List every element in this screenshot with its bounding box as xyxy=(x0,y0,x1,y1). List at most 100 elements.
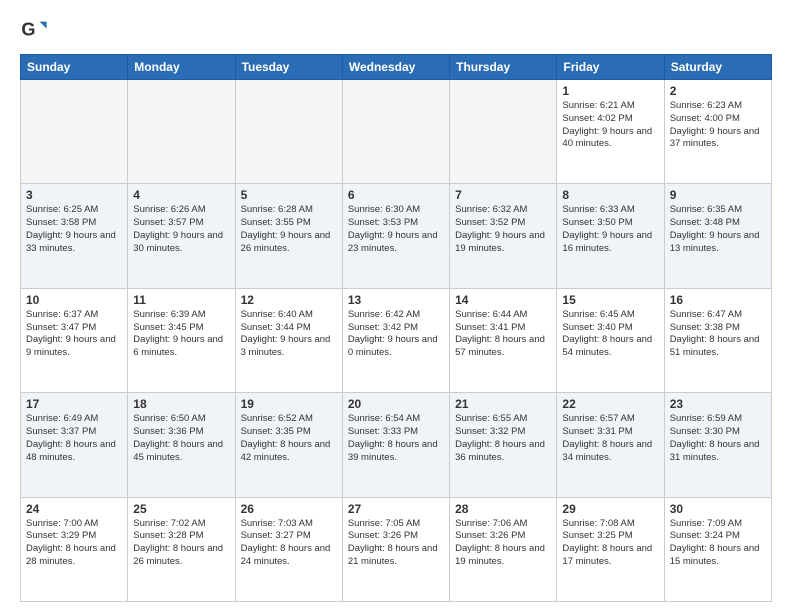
day-number: 1 xyxy=(562,84,658,98)
calendar-cell: 17Sunrise: 6:49 AM Sunset: 3:37 PM Dayli… xyxy=(21,393,128,497)
calendar-cell: 19 Sunrise: 6:52 AM Sunset: 3:35 PM Dayli… xyxy=(235,393,342,497)
day-number: 25 xyxy=(133,502,229,516)
day-number: 6 xyxy=(348,188,444,202)
day-info: Sunrise: 7:00 AM Sunset: 3:29 PM Dayligh… xyxy=(26,518,122,569)
calendar-cell: 26 Sunrise: 7:03 AM Sunset: 3:27 PM Dayli… xyxy=(235,497,342,601)
day-info: Sunrise: 6:33 AM Sunset: 3:50 PM Dayligh… xyxy=(562,204,658,255)
calendar-cell: 7 Sunrise: 6:32 AM Sunset: 3:52 PM Daylig… xyxy=(450,184,557,288)
day-number: 30 xyxy=(670,502,766,516)
day-info: Sunrise: 7:06 AM Sunset: 3:26 PM Dayligh… xyxy=(455,518,551,569)
calendar-cell: 25 Sunrise: 7:02 AM Sunset: 3:28 PM Dayli… xyxy=(128,497,235,601)
calendar-cell: 13Sunrise: 6:42 AM Sunset: 3:42 PM Dayli… xyxy=(342,288,449,392)
day-number: 19 xyxy=(241,397,337,411)
day-number: 29 xyxy=(562,502,658,516)
calendar-header-monday: Monday xyxy=(128,55,235,80)
day-info: Sunrise: 7:03 AM Sunset: 3:27 PM Dayligh… xyxy=(241,518,337,569)
day-info: Sunrise: 6:55 AM Sunset: 3:32 PM Dayligh… xyxy=(455,413,551,464)
day-info: Sunrise: 6:23 AM Sunset: 4:00 PM Dayligh… xyxy=(670,100,766,151)
calendar-cell xyxy=(21,80,128,184)
day-number: 10 xyxy=(26,293,122,307)
calendar-cell: 5 Sunrise: 6:28 AM Sunset: 3:55 PM Daylig… xyxy=(235,184,342,288)
calendar-cell: 6 Sunrise: 6:30 AM Sunset: 3:53 PM Daylig… xyxy=(342,184,449,288)
day-number: 9 xyxy=(670,188,766,202)
calendar-cell xyxy=(128,80,235,184)
day-info: Sunrise: 6:32 AM Sunset: 3:52 PM Dayligh… xyxy=(455,204,551,255)
day-info: Sunrise: 6:25 AM Sunset: 3:58 PM Dayligh… xyxy=(26,204,122,255)
day-number: 12 xyxy=(241,293,337,307)
day-number: 8 xyxy=(562,188,658,202)
day-info: Sunrise: 6:37 AM Sunset: 3:47 PM Dayligh… xyxy=(26,309,122,360)
day-info: Sunrise: 6:26 AM Sunset: 3:57 PM Dayligh… xyxy=(133,204,229,255)
calendar-cell: 20 Sunrise: 6:54 AM Sunset: 3:33 PM Dayli… xyxy=(342,393,449,497)
day-number: 14 xyxy=(455,293,551,307)
calendar-cell: 30 Sunrise: 7:09 AM Sunset: 3:24 PM Dayli… xyxy=(664,497,771,601)
calendar-cell: 18 Sunrise: 6:50 AM Sunset: 3:36 PM Dayli… xyxy=(128,393,235,497)
day-info: Sunrise: 6:59 AM Sunset: 3:30 PM Dayligh… xyxy=(670,413,766,464)
day-info: Sunrise: 6:21 AM Sunset: 4:02 PM Dayligh… xyxy=(562,100,658,151)
calendar-cell: 11 Sunrise: 6:39 AM Sunset: 3:45 PM Dayli… xyxy=(128,288,235,392)
day-info: Sunrise: 6:47 AM Sunset: 3:38 PM Dayligh… xyxy=(670,309,766,360)
day-number: 5 xyxy=(241,188,337,202)
day-info: Sunrise: 6:49 AM Sunset: 3:37 PM Dayligh… xyxy=(26,413,122,464)
day-number: 4 xyxy=(133,188,229,202)
svg-text:G: G xyxy=(21,20,35,40)
day-number: 3 xyxy=(26,188,122,202)
calendar-cell: 21 Sunrise: 6:55 AM Sunset: 3:32 PM Dayli… xyxy=(450,393,557,497)
calendar-header-thursday: Thursday xyxy=(450,55,557,80)
day-number: 7 xyxy=(455,188,551,202)
logo: G xyxy=(20,16,50,44)
calendar-cell: 28Sunrise: 7:06 AM Sunset: 3:26 PM Dayli… xyxy=(450,497,557,601)
day-info: Sunrise: 6:30 AM Sunset: 3:53 PM Dayligh… xyxy=(348,204,444,255)
day-number: 21 xyxy=(455,397,551,411)
calendar-cell: 1 Sunrise: 6:21 AM Sunset: 4:02 PM Daylig… xyxy=(557,80,664,184)
calendar-cell: 16 Sunrise: 6:47 AM Sunset: 3:38 PM Dayli… xyxy=(664,288,771,392)
day-info: Sunrise: 6:57 AM Sunset: 3:31 PM Dayligh… xyxy=(562,413,658,464)
calendar-cell: 10 Sunrise: 6:37 AM Sunset: 3:47 PM Dayli… xyxy=(21,288,128,392)
calendar-cell: 24 Sunrise: 7:00 AM Sunset: 3:29 PM Dayli… xyxy=(21,497,128,601)
day-info: Sunrise: 6:40 AM Sunset: 3:44 PM Dayligh… xyxy=(241,309,337,360)
calendar-cell: 12 Sunrise: 6:40 AM Sunset: 3:44 PM Dayli… xyxy=(235,288,342,392)
day-number: 27 xyxy=(348,502,444,516)
calendar-cell: 8 Sunrise: 6:33 AM Sunset: 3:50 PM Daylig… xyxy=(557,184,664,288)
calendar-header-tuesday: Tuesday xyxy=(235,55,342,80)
calendar-cell xyxy=(235,80,342,184)
header: G xyxy=(20,16,772,44)
day-number: 13 xyxy=(348,293,444,307)
day-number: 11 xyxy=(133,293,229,307)
day-info: Sunrise: 6:28 AM Sunset: 3:55 PM Dayligh… xyxy=(241,204,337,255)
day-info: Sunrise: 6:50 AM Sunset: 3:36 PM Dayligh… xyxy=(133,413,229,464)
calendar-cell xyxy=(342,80,449,184)
day-number: 16 xyxy=(670,293,766,307)
day-info: Sunrise: 6:35 AM Sunset: 3:48 PM Dayligh… xyxy=(670,204,766,255)
calendar-cell: 23 Sunrise: 6:59 AM Sunset: 3:30 PM Dayli… xyxy=(664,393,771,497)
day-info: Sunrise: 6:52 AM Sunset: 3:35 PM Dayligh… xyxy=(241,413,337,464)
calendar-header-saturday: Saturday xyxy=(664,55,771,80)
calendar-header-friday: Friday xyxy=(557,55,664,80)
day-number: 22 xyxy=(562,397,658,411)
calendar-header-wednesday: Wednesday xyxy=(342,55,449,80)
day-number: 18 xyxy=(133,397,229,411)
day-number: 24 xyxy=(26,502,122,516)
calendar-cell: 29 Sunrise: 7:08 AM Sunset: 3:25 PM Dayli… xyxy=(557,497,664,601)
calendar-cell: 4 Sunrise: 6:26 AM Sunset: 3:57 PM Daylig… xyxy=(128,184,235,288)
day-info: Sunrise: 6:39 AM Sunset: 3:45 PM Dayligh… xyxy=(133,309,229,360)
calendar-cell: 22 Sunrise: 6:57 AM Sunset: 3:31 PM Dayli… xyxy=(557,393,664,497)
day-number: 23 xyxy=(670,397,766,411)
calendar-cell: 27 Sunrise: 7:05 AM Sunset: 3:26 PM Dayli… xyxy=(342,497,449,601)
day-number: 2 xyxy=(670,84,766,98)
day-info: Sunrise: 6:45 AM Sunset: 3:40 PM Dayligh… xyxy=(562,309,658,360)
day-info: Sunrise: 7:05 AM Sunset: 3:26 PM Dayligh… xyxy=(348,518,444,569)
calendar-cell: 14 Sunrise: 6:44 AM Sunset: 3:41 PM Dayli… xyxy=(450,288,557,392)
day-number: 20 xyxy=(348,397,444,411)
day-info: Sunrise: 7:09 AM Sunset: 3:24 PM Dayligh… xyxy=(670,518,766,569)
logo-icon: G xyxy=(20,16,48,44)
day-info: Sunrise: 7:08 AM Sunset: 3:25 PM Dayligh… xyxy=(562,518,658,569)
calendar: SundayMondayTuesdayWednesdayThursdayFrid… xyxy=(20,54,772,602)
day-info: Sunrise: 7:02 AM Sunset: 3:28 PM Dayligh… xyxy=(133,518,229,569)
day-info: Sunrise: 6:44 AM Sunset: 3:41 PM Dayligh… xyxy=(455,309,551,360)
calendar-cell: 9 Sunrise: 6:35 AM Sunset: 3:48 PM Daylig… xyxy=(664,184,771,288)
calendar-cell: 15Sunrise: 6:45 AM Sunset: 3:40 PM Dayli… xyxy=(557,288,664,392)
calendar-header-sunday: Sunday xyxy=(21,55,128,80)
day-number: 26 xyxy=(241,502,337,516)
day-info: Sunrise: 6:54 AM Sunset: 3:33 PM Dayligh… xyxy=(348,413,444,464)
